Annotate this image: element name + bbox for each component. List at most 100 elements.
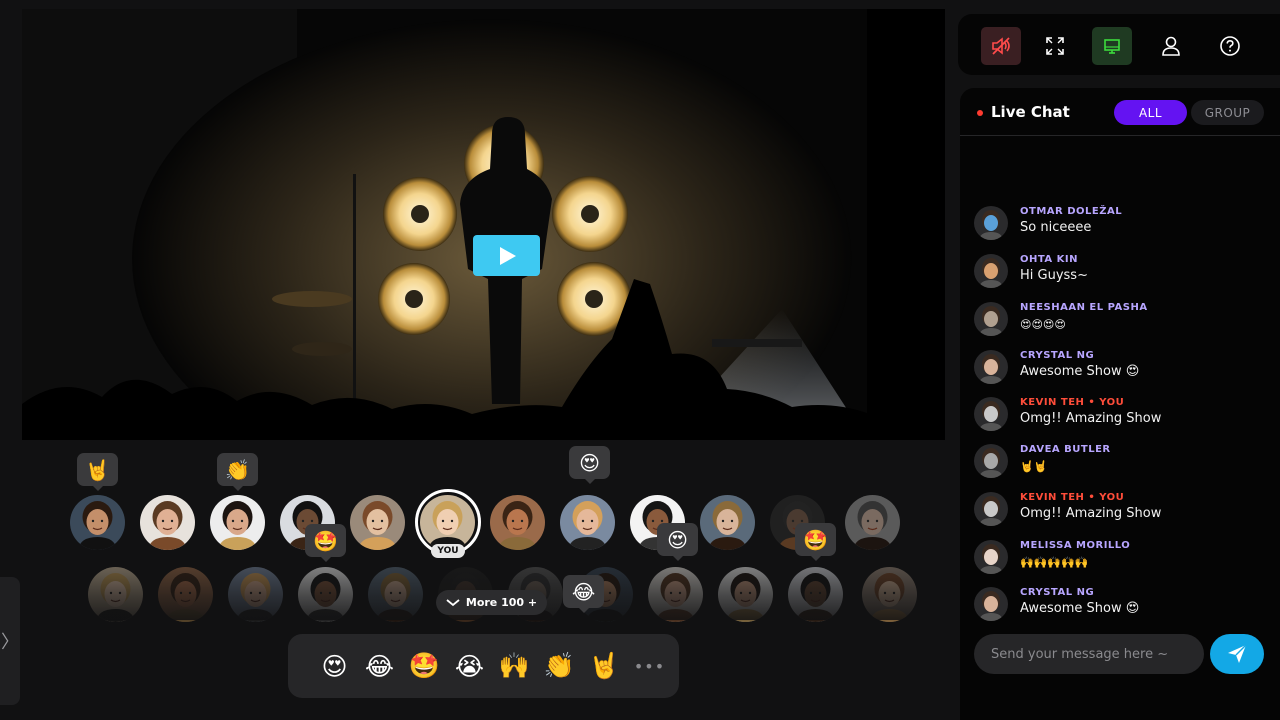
reaction-rock-button[interactable]: 🤘: [582, 644, 627, 689]
mute-button[interactable]: [981, 27, 1021, 65]
more-reactions-button[interactable]: •••: [627, 644, 672, 689]
chat-username: KEVIN TEH • YOU: [1020, 397, 1125, 408]
chat-message-text: Hi Guyss~: [1020, 268, 1088, 283]
chevron-down-icon: [446, 598, 460, 606]
live-dot: [977, 110, 983, 116]
chat-avatar[interactable]: [974, 302, 1008, 336]
chat-avatar[interactable]: [974, 540, 1008, 574]
screen-icon: [1104, 39, 1120, 54]
audience-avatar[interactable]: [228, 567, 283, 622]
top-toolbar: [958, 14, 1280, 75]
chat-message: NEESHAAN EL PASHA 😍😍😍😍: [974, 302, 1274, 344]
chat-username: MELISSA MORILLO: [1020, 540, 1131, 551]
send-icon: [1228, 644, 1247, 663]
audience-avatar[interactable]: [648, 567, 703, 622]
chat-message-input[interactable]: [974, 634, 1204, 674]
you-badge: YOU: [431, 544, 465, 558]
audience-avatar[interactable]: [158, 567, 213, 622]
chat-avatar[interactable]: [974, 492, 1008, 526]
user-icon: [1162, 36, 1180, 56]
reaction-laugh-button[interactable]: 😂: [357, 644, 402, 689]
audience-avatar[interactable]: [718, 567, 773, 622]
chat-username: OHTA KIN: [1020, 254, 1078, 265]
tab-group[interactable]: GROUP: [1191, 100, 1264, 125]
send-button[interactable]: [1210, 634, 1264, 674]
more-audience-label: More 100 +: [465, 596, 538, 609]
reaction-bubble: 😍: [657, 523, 698, 561]
audience-avatar[interactable]: [490, 495, 545, 550]
chat-input-wrapper: [974, 634, 1204, 674]
chat-message-text: Omg!! Amazing Show: [1020, 506, 1162, 521]
chevron-right-icon: 〉: [1, 632, 19, 653]
audience-avatar[interactable]: [210, 495, 265, 550]
chat-message-text: Awesome Show 😍: [1020, 601, 1140, 616]
play-button[interactable]: [473, 235, 540, 276]
chat-message-text: So niceeee: [1020, 220, 1092, 235]
chat-username: OTMAR DOLEŽAL: [1020, 206, 1123, 217]
play-icon: [499, 246, 516, 265]
audience-avatar[interactable]: [88, 567, 143, 622]
reaction-heart-eyes-button[interactable]: 😍: [312, 644, 357, 689]
chat-message: MELISSA MORILLO 🙌🙌🙌🙌🙌: [974, 540, 1274, 582]
chat-username: CRYSTAL NG: [1020, 587, 1095, 598]
chat-avatar[interactable]: [974, 444, 1008, 478]
reaction-bubble: 👏: [217, 453, 258, 491]
chat-message: CRYSTAL NG Awesome Show 😍: [974, 350, 1274, 392]
chat-username: KEVIN TEH • YOU: [1020, 492, 1125, 503]
fullscreen-icon: [1046, 37, 1064, 55]
chat-username: CRYSTAL NG: [1020, 350, 1095, 361]
video-player[interactable]: [22, 9, 945, 440]
reaction-bubble: 🤘: [77, 453, 118, 491]
screen-button[interactable]: [1092, 27, 1132, 65]
profile-button[interactable]: [1151, 27, 1191, 65]
chat-message-text: 😍😍😍😍: [1020, 318, 1066, 331]
chat-title: Live Chat: [991, 103, 1070, 121]
live-stream-app: YOU 🤘 👏 😍 🤩 😍 🤩 😂 More 100 + 😍 😂 🤩 😭 🙌 👏…: [0, 0, 1280, 720]
tab-all[interactable]: ALL: [1114, 100, 1187, 125]
chat-message: OHTA KIN Hi Guyss~: [974, 254, 1274, 296]
audience-avatar[interactable]: [700, 495, 755, 550]
reaction-bubble: 🤩: [795, 523, 836, 561]
audience-avatar[interactable]: [862, 567, 917, 622]
speaker-muted-icon: [992, 37, 1010, 55]
help-icon: [1220, 36, 1240, 56]
audience-avatar[interactable]: [560, 495, 615, 550]
chat-header: Live Chat ALL GROUP: [960, 88, 1280, 136]
chat-avatar[interactable]: [974, 350, 1008, 384]
side-panel-toggle[interactable]: 〉: [0, 577, 20, 705]
reaction-bubble: 🤩: [305, 524, 346, 562]
audience-avatar[interactable]: [368, 567, 423, 622]
chat-message: CRYSTAL NG Awesome Show 😍: [974, 587, 1274, 629]
audience-avatar[interactable]: [70, 495, 125, 550]
audience-avatar[interactable]: [298, 567, 353, 622]
chat-message: OTMAR DOLEŽAL So niceeee: [974, 206, 1274, 248]
audience-avatar[interactable]: [140, 495, 195, 550]
audience-avatar[interactable]: [845, 495, 900, 550]
reaction-clap-button[interactable]: 👏: [537, 644, 582, 689]
reaction-cry-button[interactable]: 😭: [447, 644, 492, 689]
reaction-bar: 😍 😂 🤩 😭 🙌 👏 🤘 •••: [288, 634, 679, 698]
chat-avatar[interactable]: [974, 587, 1008, 621]
chat-message: KEVIN TEH • YOU Omg!! Amazing Show: [974, 492, 1274, 534]
more-audience-button[interactable]: More 100 +: [436, 590, 547, 615]
reaction-star-struck-button[interactable]: 🤩: [402, 644, 447, 689]
chat-avatar[interactable]: [974, 397, 1008, 431]
reaction-bubble: 😍: [569, 446, 610, 484]
chat-message: KEVIN TEH • YOU Omg!! Amazing Show: [974, 397, 1274, 439]
audience-avatar[interactable]: [350, 495, 405, 550]
chat-username: NEESHAAN EL PASHA: [1020, 302, 1148, 313]
chat-avatar[interactable]: [974, 254, 1008, 288]
chat-message-text: Awesome Show 😍: [1020, 364, 1140, 379]
help-button[interactable]: [1210, 27, 1250, 65]
audience-avatar[interactable]: [788, 567, 843, 622]
concert-scene: [22, 9, 945, 440]
fullscreen-button[interactable]: [1035, 27, 1075, 65]
reaction-raise-hands-button[interactable]: 🙌: [492, 644, 537, 689]
chat-message-text: 🙌🙌🙌🙌🙌: [1020, 556, 1089, 569]
audience-grid: YOU 🤘 👏 😍 🤩 😍 🤩 😂 More 100 +: [0, 440, 950, 630]
live-chat-panel: Live Chat ALL GROUP OTMAR DOLEŽAL So nice…: [960, 88, 1280, 720]
chat-message-text: Omg!! Amazing Show: [1020, 411, 1162, 426]
chat-avatar[interactable]: [974, 206, 1008, 240]
chat-message-text: 🤘🤘: [1020, 460, 1048, 473]
reaction-bubble: 😂: [563, 575, 604, 613]
